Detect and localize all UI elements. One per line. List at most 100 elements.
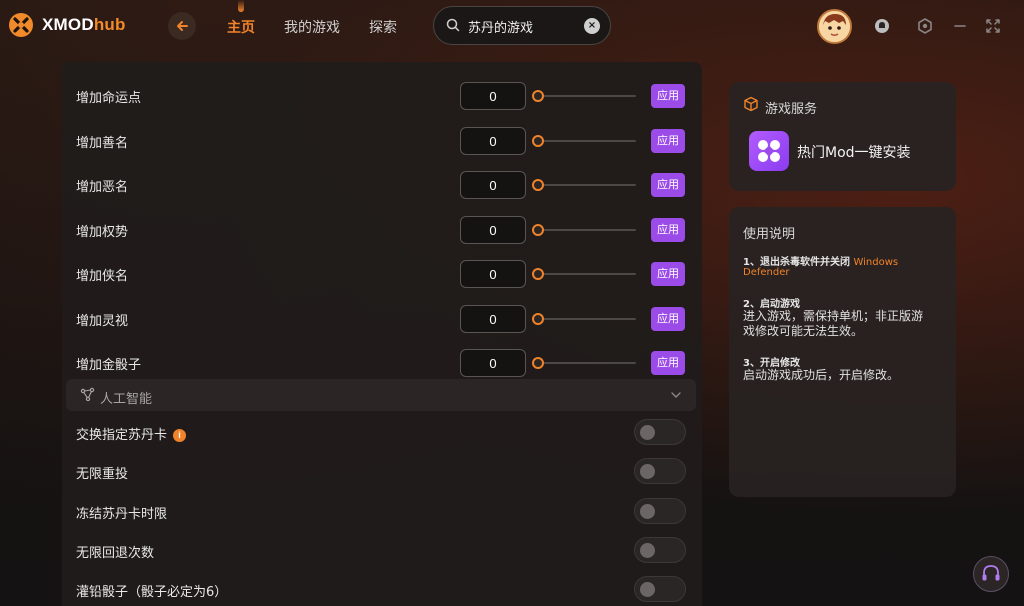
apply-button[interactable]: 应用	[651, 129, 685, 153]
apply-button[interactable]: 应用	[651, 218, 685, 242]
toggle-row: 无限重投	[62, 451, 702, 495]
apply-button[interactable]: 应用	[651, 84, 685, 108]
ai-network-icon	[80, 387, 95, 402]
option-row: 增加侠名 应用	[62, 246, 702, 290]
step2-title: 2、启动游戏	[743, 299, 800, 310]
avatar[interactable]	[817, 9, 852, 44]
mod-flower-icon	[758, 140, 780, 162]
mod-install-button[interactable]: 热门Mod一键安装	[749, 131, 949, 171]
brand-xmod: XMOD	[42, 15, 94, 34]
slider-track	[538, 362, 636, 364]
toggle-row: 无限回退次数	[62, 530, 702, 574]
option-row: 增加恶名 应用	[62, 157, 702, 201]
apply-button[interactable]: 应用	[651, 307, 685, 331]
top-bar: XMODhub 主页 我的游戏 探索 ×	[0, 0, 1024, 52]
back-button[interactable]	[168, 12, 196, 40]
support-button[interactable]	[973, 556, 1009, 592]
option-label: 增加金骰子	[76, 358, 142, 373]
apply-button[interactable]: 应用	[651, 351, 685, 375]
value-input[interactable]	[460, 349, 526, 377]
toggle-label: 冻结苏丹卡时限	[76, 507, 168, 522]
option-label: 增加侠名	[76, 269, 129, 284]
slider-knob[interactable]	[532, 357, 544, 369]
toggle-row: 灌铅骰子（骰子必定为6）	[62, 569, 702, 606]
toggle-row: 交换指定苏丹卡 i	[62, 412, 702, 456]
search-icon	[446, 18, 460, 32]
slider-knob[interactable]	[532, 135, 544, 147]
nav-explore[interactable]: 探索	[369, 17, 397, 37]
toggle-knob	[640, 504, 655, 519]
toggle-row: 冻结苏丹卡时限	[62, 491, 702, 535]
value-slider[interactable]	[532, 224, 636, 236]
step3-body: 启动游戏成功后，开启修改。	[743, 368, 900, 382]
value-slider[interactable]	[532, 135, 636, 147]
cheat-options-panel: 增加命运点 应用 增加善名 应用 增加恶名 应用 增加权势 应用 增加侠名 应用…	[62, 62, 702, 606]
apply-button[interactable]: 应用	[651, 173, 685, 197]
toggle-switch[interactable]	[634, 537, 686, 563]
fullscreen-icon[interactable]	[984, 17, 1002, 35]
value-input[interactable]	[460, 82, 526, 110]
step1-highlight: Windows	[853, 257, 899, 268]
value-input[interactable]	[460, 171, 526, 199]
value-input[interactable]	[460, 305, 526, 333]
brand-hub: hub	[93, 15, 126, 34]
step1-highlight-2: Defender	[743, 267, 790, 278]
mod-icon-tile	[749, 131, 789, 171]
info-icon[interactable]: i	[173, 429, 187, 442]
step2-body-line2: 戏修改可能无法生效。	[743, 324, 864, 338]
option-row: 增加权势 应用	[62, 202, 702, 246]
slider-knob[interactable]	[532, 224, 544, 236]
value-slider[interactable]	[532, 313, 636, 325]
toggle-knob	[640, 425, 655, 440]
slider-knob[interactable]	[532, 179, 544, 191]
toggle-switch[interactable]	[634, 419, 686, 445]
chevron-down-icon	[671, 392, 681, 398]
nav-active-indicator	[238, 0, 244, 12]
notification-bell-icon[interactable]	[873, 17, 891, 35]
instructions-title: 使用说明	[743, 227, 796, 242]
slider-knob[interactable]	[532, 268, 544, 280]
slider-track	[538, 229, 636, 231]
search-input[interactable]	[468, 16, 578, 36]
arrow-left-icon	[177, 21, 188, 31]
option-label: 增加命运点	[76, 91, 142, 106]
ai-section-header[interactable]: 人工智能	[66, 379, 696, 411]
slider-track	[538, 318, 636, 320]
cube-box-icon	[744, 96, 758, 112]
toggle-knob	[640, 582, 655, 597]
settings-hexagon-icon[interactable]	[916, 17, 934, 35]
option-row: 增加命运点 应用	[62, 68, 702, 112]
step1-title-line2: Defender	[743, 267, 789, 278]
nav-my-games[interactable]: 我的游戏	[284, 17, 340, 37]
option-label: 增加善名	[76, 136, 129, 151]
value-slider[interactable]	[532, 357, 636, 369]
value-slider[interactable]	[532, 179, 636, 191]
slider-knob[interactable]	[532, 313, 544, 325]
section-title: 人工智能	[100, 392, 153, 407]
toggle-switch[interactable]	[634, 498, 686, 524]
option-row: 增加善名 应用	[62, 113, 702, 157]
search-bar[interactable]: ×	[433, 6, 611, 45]
slider-track	[538, 95, 636, 97]
toggle-switch[interactable]	[634, 458, 686, 484]
option-label: 增加权势	[76, 225, 129, 240]
value-input[interactable]	[460, 216, 526, 244]
value-slider[interactable]	[532, 268, 636, 280]
toggle-label: 无限重投	[76, 467, 129, 482]
nav-home[interactable]: 主页	[227, 17, 255, 37]
value-input[interactable]	[460, 127, 526, 155]
option-label: 增加恶名	[76, 180, 129, 195]
game-service-card: 游戏服务 热门Mod一键安装	[729, 82, 956, 191]
apply-button[interactable]: 应用	[651, 262, 685, 286]
minimize-icon[interactable]	[951, 17, 969, 35]
mod-install-label: 热门Mod一键安装	[797, 145, 911, 161]
value-slider[interactable]	[532, 90, 636, 102]
step3-title: 3、开启修改	[743, 358, 800, 369]
toggle-switch[interactable]	[634, 576, 686, 602]
slider-knob[interactable]	[532, 90, 544, 102]
clear-search-button[interactable]: ×	[584, 18, 600, 34]
headset-icon	[982, 565, 1000, 581]
value-input[interactable]	[460, 260, 526, 288]
slider-track	[538, 273, 636, 275]
toggle-label: 无限回退次数	[76, 546, 155, 561]
